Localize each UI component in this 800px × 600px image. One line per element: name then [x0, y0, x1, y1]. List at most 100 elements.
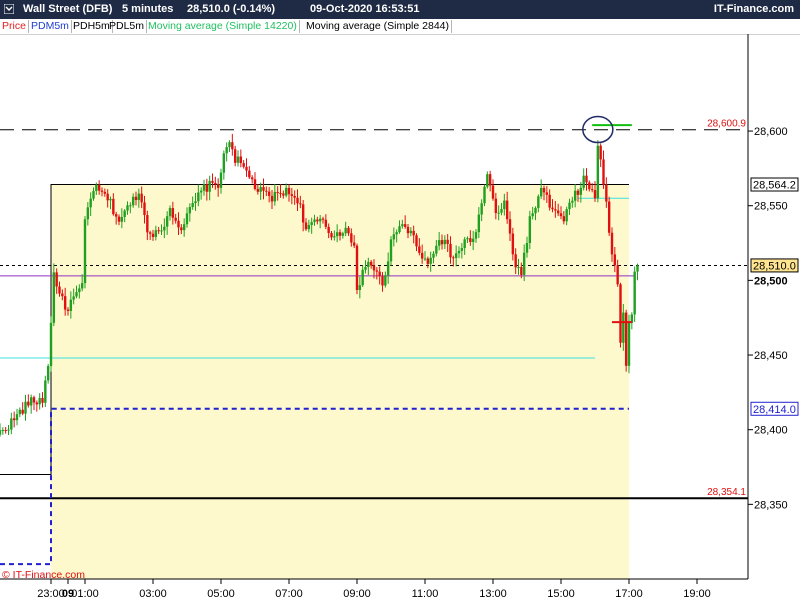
candle-body	[443, 239, 447, 245]
brand-name: IT-Finance.com	[713, 3, 794, 15]
candle-body	[44, 380, 47, 403]
candle-body	[290, 194, 294, 196]
candle-body	[262, 187, 265, 191]
candle-body	[214, 182, 217, 185]
candle-body	[398, 226, 401, 233]
candle	[250, 175, 254, 184]
candle-body	[0, 430, 2, 435]
candle-body	[182, 224, 186, 231]
last-quote: 28,510.0 (-0.14%)	[187, 3, 276, 15]
candle-body	[78, 288, 81, 293]
candle-body	[616, 265, 619, 285]
candle-body	[4, 430, 7, 432]
level-price-tag: 28,354.1	[707, 487, 746, 498]
candle	[41, 392, 44, 408]
candle-body	[236, 156, 240, 163]
candle-body	[97, 184, 101, 191]
candle-body	[253, 179, 257, 189]
legend-pdl5m[interactable]: PDL5m	[107, 20, 148, 33]
candle-body	[233, 149, 237, 163]
candle-body	[539, 187, 543, 197]
candle-body	[505, 200, 509, 220]
legend-price[interactable]: Price	[0, 20, 29, 33]
y-tick-label: 28,400	[754, 425, 788, 437]
candle-body	[497, 212, 500, 214]
candle-body	[114, 214, 118, 217]
candle-body	[225, 147, 228, 154]
candle	[32, 395, 36, 411]
candle-body	[89, 198, 92, 208]
candle	[242, 160, 245, 169]
candle	[4, 427, 7, 434]
candle-body	[452, 257, 455, 259]
candle-body	[177, 220, 180, 228]
candle-body	[21, 409, 24, 414]
x-tick-label: 03:00	[139, 588, 167, 600]
candle-body	[477, 214, 481, 233]
legend-pdm5m[interactable]: PDM5m	[29, 20, 72, 33]
candle-body	[282, 193, 285, 196]
candle-body	[358, 285, 362, 291]
legend-ma-14220[interactable]: Moving average (Simple 14220)	[146, 20, 300, 33]
candle-body	[228, 142, 231, 148]
candle	[539, 179, 543, 199]
candle-body	[32, 397, 36, 403]
candle-body	[369, 261, 373, 266]
candle	[24, 394, 27, 421]
price-chart[interactable]: 28,350 28,400 28,450 28,500 28,550 28,600 28,6…	[0, 34, 800, 600]
candle-body	[520, 267, 523, 275]
candle-body	[216, 184, 220, 188]
candle-body	[636, 265, 639, 272]
watermark: © IT-Finance.com	[2, 569, 85, 581]
x-tick-label: 09:00	[343, 588, 371, 600]
candle-body	[134, 196, 138, 201]
candle	[10, 412, 13, 435]
candle-body	[35, 402, 39, 405]
candle-body	[86, 207, 90, 220]
candle-body	[171, 208, 175, 218]
candle-body	[126, 205, 129, 211]
candle-body	[202, 184, 206, 191]
candle-body	[503, 200, 506, 210]
candle-body	[613, 254, 617, 266]
legend-ma-2844[interactable]: Moving average (Simple 2844)	[304, 20, 452, 33]
candle-body	[38, 398, 41, 405]
candle-body	[146, 215, 149, 233]
candle-body	[330, 233, 333, 238]
candle-body	[338, 232, 342, 236]
candle-body	[528, 216, 532, 244]
collapse-icon[interactable]	[4, 4, 14, 14]
candle-body	[415, 235, 418, 247]
candle-body	[545, 192, 549, 195]
candle-body	[259, 187, 262, 192]
candle	[599, 143, 602, 168]
candle	[0, 423, 2, 437]
candle	[239, 149, 243, 168]
candle-body	[500, 209, 503, 213]
candle-body	[24, 401, 27, 414]
candle-body	[420, 252, 424, 259]
candle-body	[435, 245, 438, 254]
x-tick-label: 11:00	[412, 588, 439, 600]
candle-body	[588, 182, 591, 190]
candle-body	[633, 271, 636, 315]
candle-body	[590, 189, 594, 191]
candle-body	[454, 253, 458, 258]
candle-body	[576, 190, 580, 195]
candle-body	[361, 269, 364, 286]
candle-body	[117, 216, 121, 222]
x-tick-label: 13:00	[479, 588, 507, 600]
y-tick-label: 28,550	[754, 201, 788, 213]
candle	[46, 363, 50, 384]
candle-body	[460, 248, 464, 251]
candle-body	[174, 217, 177, 221]
candle	[222, 150, 226, 180]
candle	[38, 393, 41, 410]
candle-body	[165, 216, 169, 227]
candle-body	[463, 239, 466, 249]
candle-body	[168, 208, 172, 217]
candle-body	[619, 284, 622, 343]
candle-body	[15, 414, 19, 421]
candle-body	[245, 166, 248, 171]
candle-body	[199, 190, 203, 193]
